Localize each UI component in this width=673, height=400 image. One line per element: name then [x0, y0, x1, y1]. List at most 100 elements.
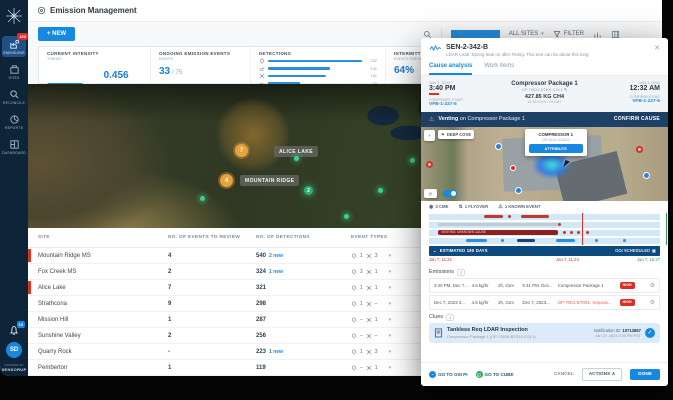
timeline-legend: ◉3 CME ⇅1 FLYOVER ⚠1 KNOWN EVENT — [421, 201, 668, 213]
timeline-row: VENTING: UNKNOWN CAUSE — [429, 230, 660, 236]
asset-tooltip: COMPRESSOR 1 OP-3234-323423 ATTRIBUTE — [525, 129, 587, 156]
filter-button[interactable]: FILTER — [553, 30, 584, 38]
emission-halo — [216, 98, 290, 172]
map-cluster-alice-lake[interactable]: 7 — [235, 144, 248, 157]
row-expand-chevron[interactable]: ▾ — [389, 349, 392, 355]
event-info: JAN 3, 2024 3:40 PM CONFIRMED START VFB-… — [421, 76, 668, 112]
end-link[interactable]: VFB-1-227-5 — [632, 99, 660, 104]
go-to-osipi-button[interactable]: ◔ GO TO OSI PI — [429, 371, 468, 378]
scheduled-marker — [666, 213, 667, 245]
crosshair-icon[interactable]: + — [424, 130, 435, 141]
site-dot[interactable] — [378, 188, 383, 193]
event-subtitle: LDAR Leak. Spring leak on Idler Fitting.… — [446, 52, 589, 57]
gear-icon[interactable]: ⚙ — [650, 299, 655, 306]
start-tick — [429, 93, 439, 95]
source-link[interactable]: OP-7001-BT001- Separat... — [558, 300, 620, 305]
sidebar-item-sites[interactable]: SITES — [2, 61, 26, 82]
known-event-icon: ⚠ — [498, 204, 502, 210]
timeline-dates: Jan 7, 11:24 Jan 7, 11:24 Jan 7, 16:27 — [429, 257, 660, 265]
kpi-current-intensity[interactable]: CURRENT INTENSITY TONNES 0.456 TONNES CO… — [39, 47, 151, 83]
row-expand-chevron[interactable]: ▾ — [389, 333, 392, 339]
actions-button[interactable]: ACTIONS ∧ — [582, 368, 622, 381]
sidebar-item-reports[interactable]: REPORTS — [2, 111, 26, 132]
kpi-detections[interactable]: DETECTIONS 232 141 — [251, 47, 386, 83]
sidebar-item-label: SITES — [8, 76, 19, 80]
sidebar-item-dashboard[interactable]: DASHBOARD — [2, 136, 26, 157]
notifications-button[interactable]: 19 — [8, 324, 20, 336]
done-button[interactable]: DONE — [630, 369, 660, 380]
site-dot[interactable] — [410, 158, 415, 163]
leak-source-marker[interactable] — [510, 165, 516, 171]
confirm-cause-button[interactable]: CONFIRM CAUSE — [614, 116, 660, 122]
layer-toggle[interactable] — [443, 190, 457, 197]
emissions-icon — [9, 39, 20, 50]
col-detections: NO. OF DETECTIONS — [256, 235, 351, 240]
cause-banner: ⚠ Venting on Compressor Package 1 CONFIR… — [421, 112, 668, 127]
sidebar-item-emissions[interactable]: 100 EMISSIONS — [2, 36, 26, 57]
sidebar-item-reconcile[interactable]: RECONCILE — [2, 86, 26, 107]
severity-badge: HIGH — [620, 299, 635, 306]
row-expand-chevron[interactable]: ▾ — [389, 253, 392, 259]
drone-icon — [366, 301, 372, 307]
clue-check-icon[interactable]: ✓ — [645, 328, 655, 338]
plane-icon — [259, 66, 265, 72]
edit-pencil-icon[interactable]: ✎ — [564, 88, 567, 92]
start-link[interactable]: VFB-1-227-5 — [429, 102, 489, 107]
known-event-marker[interactable] — [426, 161, 433, 168]
site-dot[interactable] — [344, 214, 349, 219]
site-dot[interactable] — [294, 156, 299, 161]
close-icon[interactable]: ✕ — [654, 44, 660, 52]
row-expand-chevron[interactable]: ▾ — [389, 269, 392, 275]
clue-card[interactable]: Tankless Req LDAR Inspection Compressor … — [429, 323, 660, 343]
flyover-marker[interactable] — [495, 143, 502, 150]
notifications-badge: 19 — [17, 321, 25, 328]
go-to-cube-button[interactable]: ◱ GO TO CUBE — [476, 371, 514, 378]
event-id: SEN-2-342-B — [446, 44, 589, 51]
emission-rate: 15.45 KG/H • 94 DAY — [527, 100, 561, 104]
emission-row[interactable]: 3:40 PM, Dec 7... 4.5 kg/hr 2h, 31m 5:31… — [429, 278, 660, 293]
kpi-ongoing-events[interactable]: ONGOING EMISSION EVENTS EVENTS 33 / 75 — [151, 47, 251, 83]
eye-icon[interactable]: ◎ — [424, 189, 437, 198]
flyover-marker[interactable] — [643, 172, 650, 179]
flag-icon: ⚑ — [441, 132, 445, 137]
event-timeline[interactable]: VENTING: UNKNOWN CAUSE ⌄ESTIMATED 180 DA… — [421, 213, 668, 265]
satellite-icon — [351, 301, 357, 307]
emission-row[interactable]: Dec 7, 2023 3... 4.5 kg/hr 2h, 31m Dec 7… — [429, 295, 660, 310]
screenshot-stage: 100 EMISSIONS SITES RECONC — [0, 0, 673, 400]
site-filter-dropdown[interactable]: ALL SITES▾ — [509, 31, 544, 37]
col-site: SITE — [28, 235, 168, 240]
asset-id: OP-78614-BT301-CGL1 ✎ — [522, 87, 567, 92]
detection-row: 141 — [259, 66, 377, 72]
timeline-row — [429, 238, 660, 244]
satellite-view[interactable]: + ⚑ DEEP COVE COMPRESSOR 1 OP-3234-32342… — [421, 127, 668, 201]
intensity-value: 0.456 — [104, 70, 129, 81]
flyover-icon: ⇅ — [459, 204, 463, 210]
row-expand-chevron[interactable]: ▾ — [389, 365, 392, 371]
app-icon — [37, 6, 46, 15]
new-button[interactable]: + NEW — [38, 27, 75, 41]
satellite-icon — [351, 285, 357, 291]
attribute-button[interactable]: ATTRIBUTE — [529, 144, 583, 153]
funnel-icon — [553, 30, 561, 38]
user-avatar[interactable]: SD — [6, 342, 22, 358]
alert-flag — [28, 249, 31, 262]
expand-icon[interactable]: ⌄ — [433, 248, 437, 253]
row-expand-chevron[interactable]: ▾ — [389, 317, 392, 323]
detection-row: 232 — [259, 58, 377, 64]
row-expand-chevron[interactable]: ▾ — [389, 301, 392, 307]
drone-icon — [366, 333, 372, 339]
time-filter-button[interactable]: THIS MONTH — [451, 30, 499, 38]
satellite-icon — [351, 365, 357, 371]
flyover-marker[interactable] — [515, 187, 522, 194]
tab-cause-analysis[interactable]: Cause analysis — [429, 63, 472, 75]
known-event-marker[interactable] — [636, 146, 643, 153]
sites-icon — [9, 64, 20, 75]
row-expand-chevron[interactable]: ▾ — [389, 285, 392, 291]
site-dot[interactable] — [200, 196, 205, 201]
site-dot-cluster[interactable]: 2 — [304, 186, 313, 195]
cancel-button[interactable]: CANCEL — [554, 372, 574, 377]
gear-icon[interactable]: ⚙ — [650, 282, 655, 289]
tab-work-items[interactable]: Work items — [484, 63, 514, 75]
map-cluster-mountain-ridge[interactable]: 4 — [220, 174, 233, 187]
osipi-icon: ◔ — [429, 371, 436, 378]
